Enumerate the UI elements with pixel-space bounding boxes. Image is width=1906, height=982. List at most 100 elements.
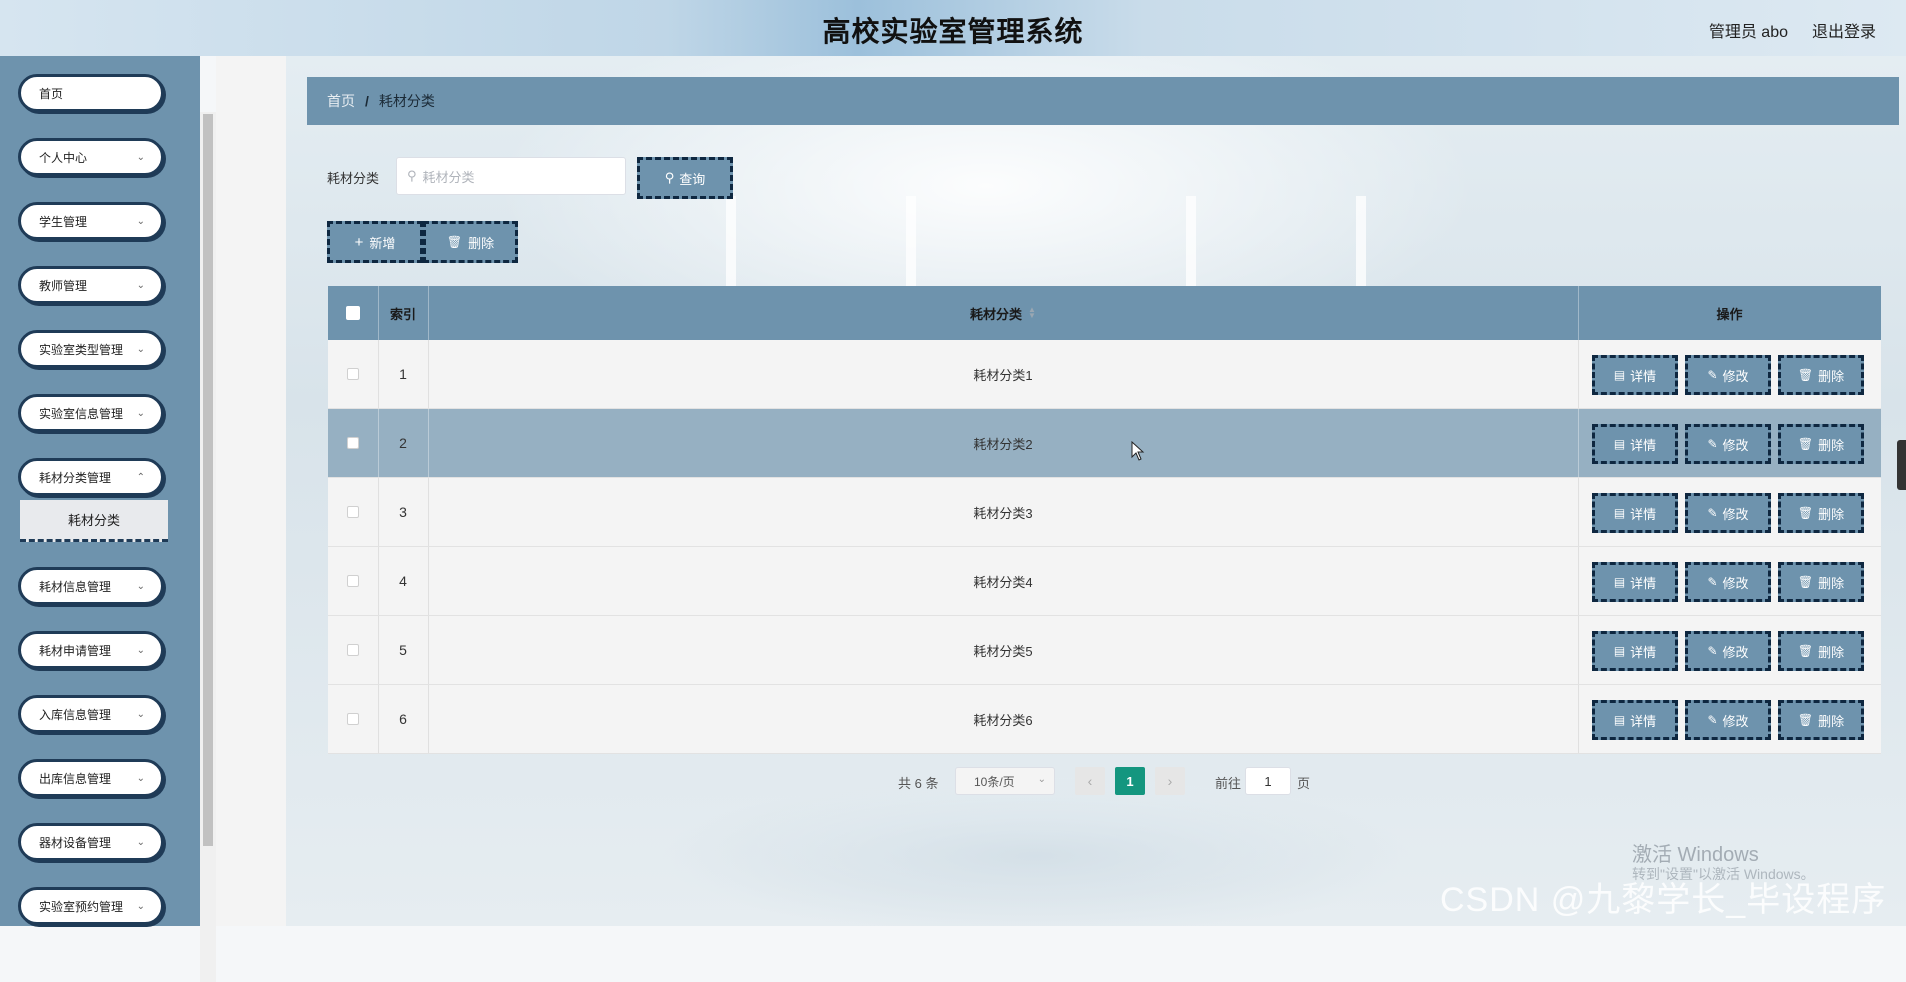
sidebar-subitem-consumable-category[interactable]: 耗材分类	[20, 500, 168, 542]
row-checkbox[interactable]	[347, 437, 359, 449]
goto-page-input[interactable]: 1	[1245, 767, 1291, 795]
row-delete-button[interactable]: 🗑 删除	[1778, 355, 1864, 395]
sidebar-scrollbar-thumb[interactable]	[203, 114, 213, 846]
sidebar-item-label: 耗材分类管理	[39, 470, 112, 485]
next-page-button[interactable]: ›	[1155, 767, 1185, 795]
row-select-cell	[328, 616, 378, 684]
row-edit-button[interactable]: ✎ 修改	[1685, 631, 1771, 671]
pagination-total: 共 6 条	[898, 776, 939, 791]
page-size-select[interactable]: 10条/页 ⌄	[955, 767, 1055, 795]
search-placeholder: 耗材分类	[422, 169, 475, 185]
sidebar-item-profile[interactable]: 个人中心 ⌄	[18, 138, 164, 176]
sidebar-item-label: 实验室预约管理	[39, 899, 124, 914]
breadcrumb-home-link[interactable]: 首页	[327, 91, 355, 111]
chevron-down-icon: ⌄	[136, 901, 145, 912]
sidebar-item-lab-booking[interactable]: 实验室预约管理 ⌄	[18, 887, 164, 925]
row-delete-button[interactable]: 🗑 删除	[1778, 424, 1864, 464]
row-delete-button[interactable]: 🗑 删除	[1778, 631, 1864, 671]
right-edge-handle[interactable]	[1897, 440, 1906, 490]
chevron-right-icon: ›	[1167, 773, 1173, 789]
column-divider	[1578, 409, 1579, 477]
sort-icon[interactable]: ▲ ▼	[1028, 306, 1036, 320]
sidebar-item-lab-info[interactable]: 实验室信息管理 ⌄	[18, 394, 164, 432]
chevron-down-icon: ⌄	[136, 709, 145, 720]
pencil-icon: ✎	[1707, 575, 1718, 589]
row-edit-button[interactable]: ✎ 修改	[1685, 355, 1771, 395]
row-delete-button[interactable]: 🗑 删除	[1778, 700, 1864, 740]
sidebar-item-equipment[interactable]: 器材设备管理 ⌄	[18, 823, 164, 861]
search-input[interactable]: ⚲ 耗材分类	[396, 157, 626, 195]
chevron-left-icon: ‹	[1087, 773, 1093, 789]
row-detail-button[interactable]: ▤ 详情	[1592, 700, 1678, 740]
row-edit-button[interactable]: ✎ 修改	[1685, 562, 1771, 602]
query-button[interactable]: ⚲ 查询	[637, 157, 733, 199]
table-row[interactable]: 2 耗材分类2 ▤ 详情 ✎ 修改 🗑 删除	[328, 409, 1881, 478]
row-edit-label: 修改	[1722, 644, 1749, 660]
row-detail-label: 详情	[1630, 506, 1657, 522]
breadcrumb-current: 耗材分类	[378, 93, 435, 109]
sidebar-item-students[interactable]: 学生管理 ⌄	[18, 202, 164, 240]
sidebar-item-teachers[interactable]: 教师管理 ⌄	[18, 266, 164, 304]
select-all-checkbox[interactable]	[346, 306, 360, 320]
mouse-cursor-icon	[1131, 441, 1145, 461]
sidebar-item-stock-out[interactable]: 出库信息管理 ⌄	[18, 759, 164, 797]
chevron-down-icon: ⌄	[1037, 774, 1046, 785]
table-row[interactable]: 1 耗材分类1 ▤ 详情 ✎ 修改 🗑 删除	[328, 340, 1881, 409]
row-delete-label: 删除	[1818, 644, 1845, 660]
chevron-down-icon: ⌄	[136, 408, 145, 419]
row-detail-label: 详情	[1630, 437, 1657, 453]
row-delete-label: 删除	[1818, 575, 1845, 591]
row-select-cell	[328, 547, 378, 615]
row-checkbox[interactable]	[347, 368, 359, 380]
row-category-name: 耗材分类3	[973, 505, 1033, 521]
bulk-delete-button[interactable]: 🗑 删除	[423, 221, 518, 263]
row-detail-button[interactable]: ▤ 详情	[1592, 562, 1678, 602]
prev-page-button[interactable]: ‹	[1075, 767, 1105, 795]
add-button[interactable]: + 新增	[327, 221, 423, 263]
row-detail-button[interactable]: ▤ 详情	[1592, 355, 1678, 395]
row-category-name: 耗材分类1	[973, 367, 1033, 383]
chevron-down-icon: ⌄	[136, 280, 145, 291]
row-delete-button[interactable]: 🗑 删除	[1778, 562, 1864, 602]
column-header-index: 索引	[389, 306, 416, 322]
sidebar-item-lab-types[interactable]: 实验室类型管理 ⌄	[18, 330, 164, 368]
document-icon: ▤	[1613, 437, 1626, 451]
sidebar-item-consumable-info[interactable]: 耗材信息管理 ⌄	[18, 567, 164, 605]
page-number-current[interactable]: 1	[1115, 767, 1145, 795]
table-header: 索引 耗材分类 ▲ ▼ 操作	[328, 286, 1881, 340]
table-row[interactable]: 6 耗材分类6 ▤ 详情 ✎ 修改 🗑 删除	[328, 685, 1881, 754]
row-detail-button[interactable]: ▤ 详情	[1592, 493, 1678, 533]
row-checkbox[interactable]	[347, 644, 359, 656]
document-icon: ▤	[1613, 644, 1626, 658]
logout-link[interactable]: 退出登录	[1812, 18, 1876, 42]
row-edit-label: 修改	[1722, 575, 1749, 591]
trash-icon: 🗑	[1797, 437, 1814, 451]
row-detail-button[interactable]: ▤ 详情	[1592, 631, 1678, 671]
sidebar-item-consumable-requests[interactable]: 耗材申请管理 ⌄	[18, 631, 164, 669]
sidebar-item-consumable-categories[interactable]: 耗材分类管理 ⌃	[18, 458, 164, 496]
trash-icon: 🗑	[1797, 368, 1814, 382]
sidebar-item-label: 耗材信息管理	[39, 579, 112, 594]
column-header-category[interactable]: 耗材分类 ▲ ▼	[428, 286, 1578, 340]
trash-icon: 🗑	[1797, 575, 1814, 589]
table-row[interactable]: 5 耗材分类5 ▤ 详情 ✎ 修改 🗑 删除	[328, 616, 1881, 685]
sidebar-item-home[interactable]: 首页	[18, 74, 164, 112]
row-edit-label: 修改	[1722, 437, 1749, 453]
table-row[interactable]: 4 耗材分类4 ▤ 详情 ✎ 修改 🗑 删除	[328, 547, 1881, 616]
row-edit-button[interactable]: ✎ 修改	[1685, 493, 1771, 533]
row-checkbox[interactable]	[347, 713, 359, 725]
table-row[interactable]: 3 耗材分类3 ▤ 详情 ✎ 修改 🗑 删除	[328, 478, 1881, 547]
trash-icon: 🗑	[1797, 644, 1814, 658]
row-detail-button[interactable]: ▤ 详情	[1592, 424, 1678, 464]
chevron-down-icon: ⌄	[136, 344, 145, 355]
row-delete-button[interactable]: 🗑 删除	[1778, 493, 1864, 533]
sidebar-item-stock-in[interactable]: 入库信息管理 ⌄	[18, 695, 164, 733]
row-index: 2	[399, 435, 407, 451]
row-checkbox[interactable]	[347, 575, 359, 587]
chevron-down-icon: ⌄	[136, 152, 145, 163]
row-edit-button[interactable]: ✎ 修改	[1685, 424, 1771, 464]
row-checkbox[interactable]	[347, 506, 359, 518]
trash-icon: 🗑	[446, 235, 463, 249]
row-edit-button[interactable]: ✎ 修改	[1685, 700, 1771, 740]
trash-icon: 🗑	[1797, 506, 1814, 520]
